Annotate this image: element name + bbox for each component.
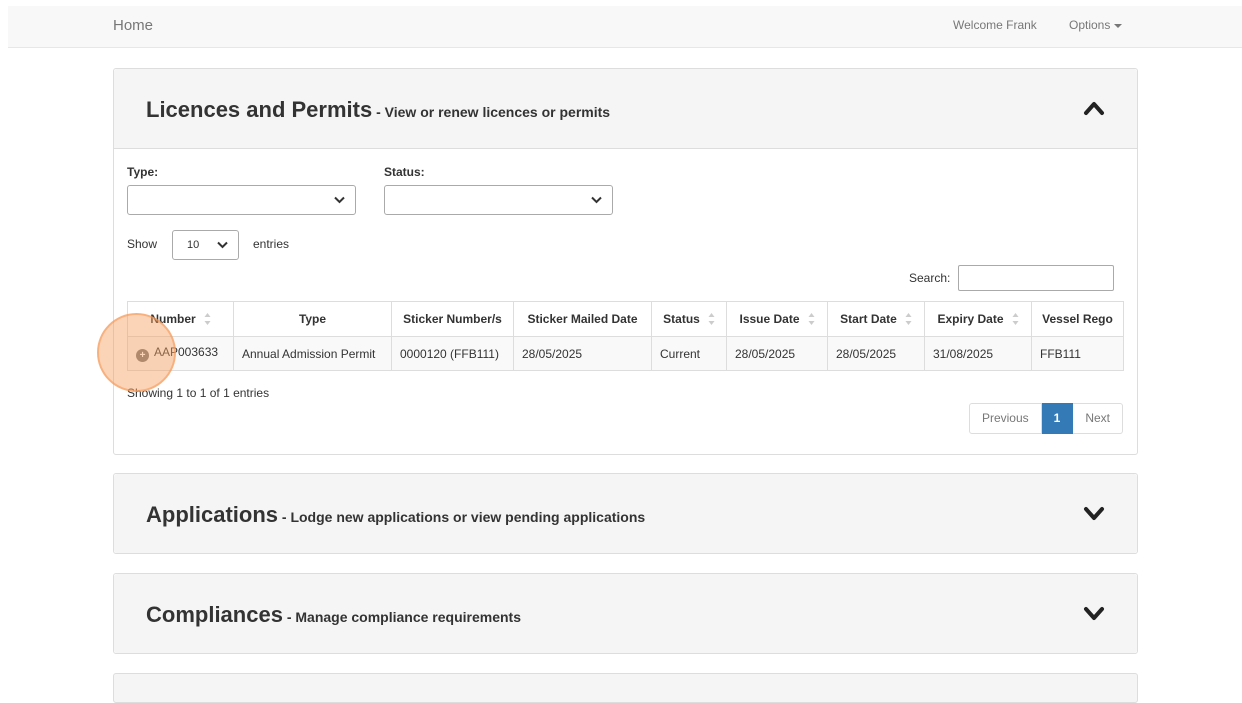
- licences-title-text: Licences and Permits: [146, 97, 373, 122]
- applications-title-text: Applications: [146, 502, 279, 527]
- compliances-panel-heading[interactable]: Compliances - Manage compliance requirem…: [114, 574, 1137, 653]
- column-header-issue-date[interactable]: Issue Date: [726, 301, 828, 337]
- licences-panel: Licences and Permits - View or renew lic…: [113, 68, 1138, 455]
- cell-issue-date: 28/05/2025: [726, 336, 828, 371]
- status-filter-label: Status:: [384, 165, 425, 179]
- compliances-panel: Compliances - Manage compliance requirem…: [113, 573, 1138, 654]
- next-panel-partial: [113, 673, 1138, 703]
- column-header-type: Type: [233, 301, 392, 337]
- search-label: Search:: [909, 271, 951, 285]
- options-label: Options: [1069, 18, 1111, 32]
- page-size-select[interactable]: 10: [172, 230, 239, 260]
- type-filter-label: Type:: [127, 165, 159, 179]
- chevron-down-icon: [334, 196, 345, 204]
- applications-panel-title: Applications - Lodge new applications or…: [146, 502, 645, 528]
- chevron-down-icon[interactable]: [1083, 504, 1105, 522]
- welcome-text: Welcome Frank: [953, 18, 1037, 32]
- caret-down-icon: [1114, 23, 1123, 28]
- status-filter-select[interactable]: [384, 185, 613, 215]
- table-row[interactable]: + AAP003633 Annual Admission Permit 00001…: [127, 336, 1124, 371]
- licences-panel-heading[interactable]: Licences and Permits - View or renew lic…: [114, 69, 1137, 149]
- cell-expiry-date: 31/08/2025: [924, 336, 1032, 371]
- page-1-button[interactable]: 1: [1041, 403, 1074, 434]
- applications-panel: Applications - Lodge new applications or…: [113, 473, 1138, 554]
- cell-type: Annual Admission Permit: [233, 336, 392, 371]
- column-header-sticker-numbers: Sticker Number/s: [391, 301, 514, 337]
- column-header-sticker-mailed-date: Sticker Mailed Date: [513, 301, 652, 337]
- cell-start-date: 28/05/2025: [827, 336, 925, 371]
- click-highlight: [97, 313, 176, 392]
- sort-icon: [905, 313, 912, 326]
- column-header-expiry-date[interactable]: Expiry Date: [924, 301, 1032, 337]
- column-header-start-date[interactable]: Start Date: [827, 301, 925, 337]
- licences-table: Number Type Sticker Number/s Sticker Mai…: [127, 301, 1124, 371]
- pagination: Previous 1 Next: [968, 403, 1123, 434]
- options-dropdown[interactable]: Options: [1069, 18, 1123, 32]
- navbar: Home Welcome Frank Options: [8, 6, 1242, 48]
- applications-panel-heading[interactable]: Applications - Lodge new applications or…: [114, 474, 1137, 553]
- column-header-status[interactable]: Status: [651, 301, 727, 337]
- applications-subtitle: - Lodge new applications or view pending…: [278, 509, 646, 525]
- show-label: Show: [127, 237, 158, 251]
- cell-vessel-rego: FFB111: [1031, 336, 1124, 371]
- previous-page-button[interactable]: Previous: [968, 403, 1042, 434]
- search-input[interactable]: [958, 265, 1114, 291]
- licences-subtitle: - View or renew licences or permits: [372, 104, 611, 120]
- compliances-title-text: Compliances: [146, 602, 283, 627]
- sort-icon: [204, 313, 211, 326]
- sort-icon: [708, 313, 715, 326]
- compliances-subtitle: - Manage compliance requirements: [282, 609, 522, 625]
- chevron-down-icon[interactable]: [1083, 604, 1105, 622]
- cell-sticker-mailed-date: 28/05/2025: [513, 336, 652, 371]
- column-header-vessel-rego: Vessel Rego: [1031, 301, 1124, 337]
- chevron-down-icon: [591, 196, 602, 204]
- nav-home-link[interactable]: Home: [113, 17, 153, 34]
- type-filter-select[interactable]: [127, 185, 356, 215]
- sort-icon: [1012, 313, 1019, 326]
- cell-status: Current: [651, 336, 727, 371]
- page-size-value: 10: [187, 239, 200, 251]
- compliances-panel-title: Compliances - Manage compliance requirem…: [146, 602, 521, 628]
- cell-sticker-numbers: 0000120 (FFB111): [391, 336, 514, 371]
- entries-label: entries: [253, 237, 290, 251]
- sort-icon: [808, 313, 815, 326]
- table-header-row: Number Type Sticker Number/s Sticker Mai…: [127, 301, 1124, 337]
- next-page-button[interactable]: Next: [1073, 403, 1123, 434]
- licences-panel-title: Licences and Permits - View or renew lic…: [146, 97, 610, 123]
- chevron-up-icon[interactable]: [1083, 99, 1105, 117]
- chevron-down-icon: [217, 241, 228, 249]
